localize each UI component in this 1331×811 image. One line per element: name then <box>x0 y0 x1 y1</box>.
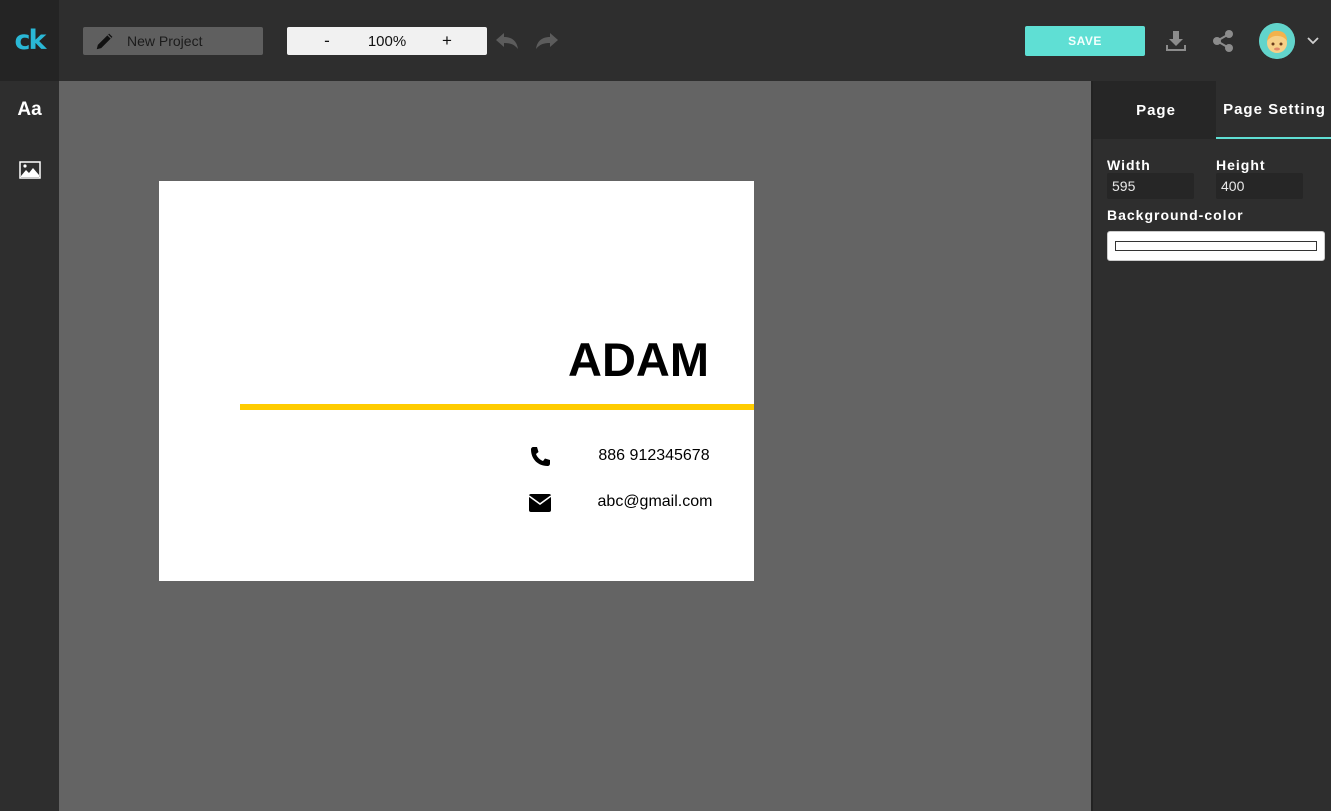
app-logo[interactable]: ck <box>0 0 59 81</box>
left-toolbar: Aa <box>0 81 59 811</box>
properties-panel: Page Page Setting Width Height Backgroun… <box>1091 81 1331 811</box>
color-swatch <box>1115 241 1317 251</box>
width-input[interactable] <box>1107 173 1194 199</box>
project-name-field[interactable]: New Project <box>83 27 263 55</box>
tab-page[interactable]: Page <box>1096 81 1216 139</box>
panel-tabs: Page Page Setting <box>1093 81 1331 139</box>
zoom-level: 100% <box>367 32 407 50</box>
card-accent-line[interactable] <box>240 404 754 410</box>
phone-icon[interactable] <box>528 445 552 469</box>
zoom-out-button[interactable]: - <box>307 27 347 55</box>
image-icon[interactable] <box>0 153 59 187</box>
project-name: New Project <box>127 33 203 49</box>
background-color-label: Background-color <box>1107 207 1244 223</box>
tab-page-setting[interactable]: Page Setting <box>1216 81 1331 139</box>
text-tool-button[interactable]: Aa <box>0 93 59 127</box>
canvas-workspace: ADAM 886 912345678 abc@gmail.com <box>59 81 1091 811</box>
background-color-picker[interactable] <box>1107 231 1325 261</box>
editor-app: ck New Project - 100% + SAVE Aa ADAM 886… <box>0 0 1331 811</box>
card-email-text[interactable]: abc@gmail.com <box>569 492 741 512</box>
height-input[interactable] <box>1216 173 1303 199</box>
zoom-control: - 100% + <box>287 27 487 55</box>
redo-icon[interactable] <box>533 27 561 55</box>
share-icon[interactable] <box>1208 26 1238 56</box>
pencil-icon <box>83 27 127 55</box>
top-bar: ck New Project - 100% + SAVE <box>0 0 1331 81</box>
save-button[interactable]: SAVE <box>1025 26 1145 56</box>
text-tool-label: Aa <box>17 99 42 120</box>
business-card-canvas[interactable]: ADAM 886 912345678 abc@gmail.com <box>159 181 754 581</box>
undo-icon[interactable] <box>493 27 521 55</box>
card-name-text[interactable]: ADAM <box>459 329 709 391</box>
user-avatar[interactable] <box>1259 23 1295 59</box>
zoom-in-button[interactable]: + <box>427 27 467 55</box>
chevron-down-icon[interactable] <box>1304 31 1322 51</box>
width-label: Width <box>1107 157 1151 173</box>
mail-icon[interactable] <box>528 491 552 515</box>
card-phone-text[interactable]: 886 912345678 <box>569 446 739 466</box>
logo-text: ck <box>14 25 47 56</box>
height-label: Height <box>1216 157 1266 173</box>
download-icon[interactable] <box>1161 26 1191 56</box>
